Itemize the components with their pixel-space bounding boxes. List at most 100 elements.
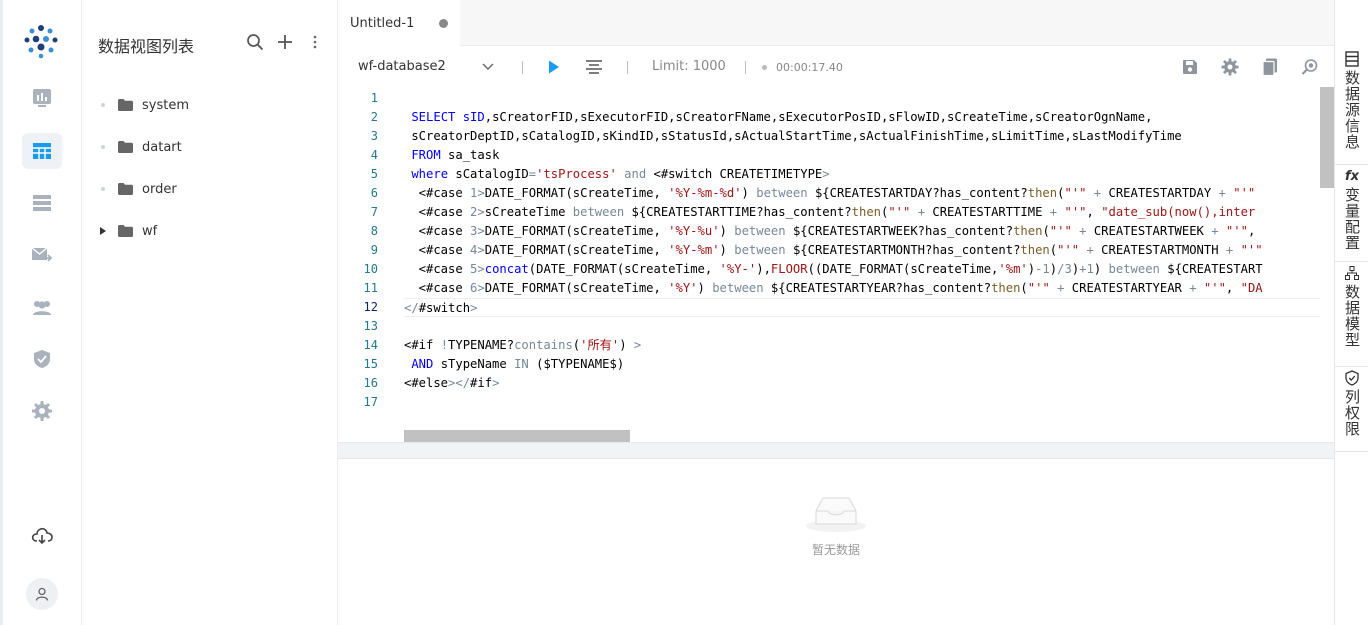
tree-node-datart[interactable]: datart: [82, 126, 338, 168]
code-line: <#else></#if>: [404, 376, 500, 390]
tab-variable-config[interactable]: fx 变量配置: [1335, 165, 1368, 262]
folder-icon: [118, 225, 133, 237]
window-edge: [0, 0, 3, 625]
permission-nav-icon[interactable]: [22, 341, 62, 377]
code-line: <#case 6>DATE_FORMAT(sCreateTime, '%Y') …: [404, 281, 1263, 295]
hierarchy-icon: [1345, 262, 1359, 284]
gear-icon[interactable]: [1220, 57, 1240, 77]
line-number: 17: [363, 395, 378, 409]
table-list-icon: [1345, 48, 1359, 70]
source-select[interactable]: wf-database2: [358, 59, 446, 74]
status-dot: [762, 65, 767, 70]
tree-node-label: system: [142, 97, 189, 113]
app-root: 数据视图列表 system datart order wf Untitled-1…: [0, 0, 1368, 625]
user-avatar[interactable]: [26, 578, 58, 610]
line-number: 15: [363, 357, 378, 371]
code-line-current: </#switch>: [404, 298, 1320, 317]
dashboard-nav-icon[interactable]: [22, 80, 62, 116]
line-number: 9: [370, 243, 378, 257]
line-number: 8: [370, 224, 378, 238]
settings-gear-icon[interactable]: [22, 393, 62, 429]
sql-editor[interactable]: 1 2 3 4 5 6 7 8 9 10 11 12 13 14 15 16 17 SELECT sID,sCr…: [338, 87, 1334, 442]
line-number: 14: [363, 338, 378, 352]
shield-check-icon: [1345, 367, 1359, 389]
code-area[interactable]: SELECT sID,sCreatorFID,sExecutorFID,sCre…: [404, 89, 1320, 412]
code-line: AND sTypeName IN ($TYPENAME$): [411, 357, 625, 371]
line-number: 4: [370, 148, 378, 162]
line-number: 13: [363, 319, 378, 333]
code-line: <#case 5>concat(DATE_FORMAT(sCreateTime,…: [404, 262, 1263, 276]
tree-leaf-dot-icon: [98, 142, 108, 152]
execution-time: 00:00:17.40: [776, 61, 843, 74]
tree-node-wf[interactable]: wf: [82, 210, 338, 252]
empty-text: 暂无数据: [811, 543, 860, 557]
run-play-icon[interactable]: [548, 60, 560, 77]
tab-data-source-info[interactable]: 数据源信息: [1335, 48, 1368, 165]
data-view-nav-icon[interactable]: [22, 133, 62, 169]
more-vertical-icon[interactable]: [305, 31, 325, 53]
folder-icon: [118, 99, 133, 111]
members-nav-icon[interactable]: [22, 289, 62, 325]
data-view-list-panel: 数据视图列表 system datart order wf: [82, 0, 338, 625]
code-line: <#case 3>DATE_FORMAT(sCreateTime, '%Y-%u…: [404, 224, 1256, 238]
limit-select[interactable]: Limit: 1000: [652, 59, 726, 74]
line-number: 3: [370, 129, 378, 143]
scrollbar-thumb[interactable]: [1320, 87, 1334, 188]
add-plus-icon[interactable]: [275, 31, 295, 53]
empty-state: 暂无数据: [338, 491, 1334, 558]
app-logo-icon[interactable]: [22, 22, 60, 60]
line-number: 16: [363, 376, 378, 390]
toolbar-divider: [745, 61, 746, 74]
horizontal-scrollbar[interactable]: [404, 430, 630, 442]
chevron-down-icon[interactable]: [482, 60, 494, 75]
unsaved-dot-icon[interactable]: [439, 19, 448, 28]
format-align-icon[interactable]: [586, 60, 602, 77]
vertical-scrollbar[interactable]: [1320, 87, 1334, 442]
code-line: sCreatorDeptID,sCatalogID,sKindID,sStatu…: [404, 129, 1182, 143]
folder-icon: [118, 141, 133, 153]
line-number: 1: [370, 91, 378, 105]
code-line: where sCatalogID='tsProcess' and <#switc…: [411, 167, 830, 181]
tab-untitled-1[interactable]: Untitled-1: [338, 0, 460, 46]
copy-icon[interactable]: [1260, 57, 1280, 77]
schedule-mail-nav-icon[interactable]: [22, 237, 62, 273]
tab-bar-background: [460, 0, 1334, 45]
caret-right-icon[interactable]: [98, 226, 108, 236]
tab-column-permission[interactable]: 列权限: [1335, 367, 1368, 452]
tab-data-model[interactable]: 数据模型: [1335, 262, 1368, 367]
view-tree: system datart order wf: [82, 84, 338, 252]
line-number: 12: [363, 300, 378, 314]
empty-inbox-icon: [338, 491, 1334, 537]
line-number: 6: [370, 186, 378, 200]
toolbar-divider: [522, 61, 523, 74]
line-number: 2: [370, 110, 378, 124]
tree-node-system[interactable]: system: [82, 84, 338, 126]
line-number: 10: [363, 262, 378, 276]
left-nav-rail: [0, 0, 82, 625]
tree-node-label: wf: [142, 223, 158, 239]
save-icon[interactable]: [1180, 57, 1200, 77]
code-line: <#case 2>sCreateTime between ${CREATESTA…: [404, 205, 1256, 219]
split-divider[interactable]: [338, 442, 1334, 459]
tree-node-order[interactable]: order: [82, 168, 338, 210]
editor-tab-bar: Untitled-1: [338, 0, 1334, 46]
line-number: 11: [363, 281, 378, 295]
data-source-nav-icon[interactable]: [22, 185, 62, 221]
code-line: <#case 1>DATE_FORMAT(sCreateTime, '%Y-%m…: [404, 186, 1256, 200]
folder-icon: [118, 183, 133, 195]
search-zoom-icon[interactable]: [1300, 57, 1320, 77]
code-line: SELECT sID,sCreatorFID,sExecutorFID,sCre…: [411, 110, 1153, 124]
panel-toolbar: [245, 31, 325, 53]
result-panel: 暂无数据: [338, 459, 1334, 625]
right-tab-label: 变量配置: [1343, 187, 1361, 251]
line-number: 7: [370, 205, 378, 219]
search-icon[interactable]: [245, 31, 265, 53]
right-tab-label: 数据源信息: [1343, 70, 1361, 150]
download-cloud-icon[interactable]: [22, 518, 62, 554]
right-config-sidebar: 数据源信息 fx 变量配置 数据模型 列权限: [1334, 0, 1368, 625]
tree-leaf-dot-icon: [98, 184, 108, 194]
fx-icon: fx: [1344, 168, 1360, 184]
line-number-gutter: 1 2 3 4 5 6 7 8 9 10 11 12 13 14 15 16 17: [338, 89, 402, 412]
